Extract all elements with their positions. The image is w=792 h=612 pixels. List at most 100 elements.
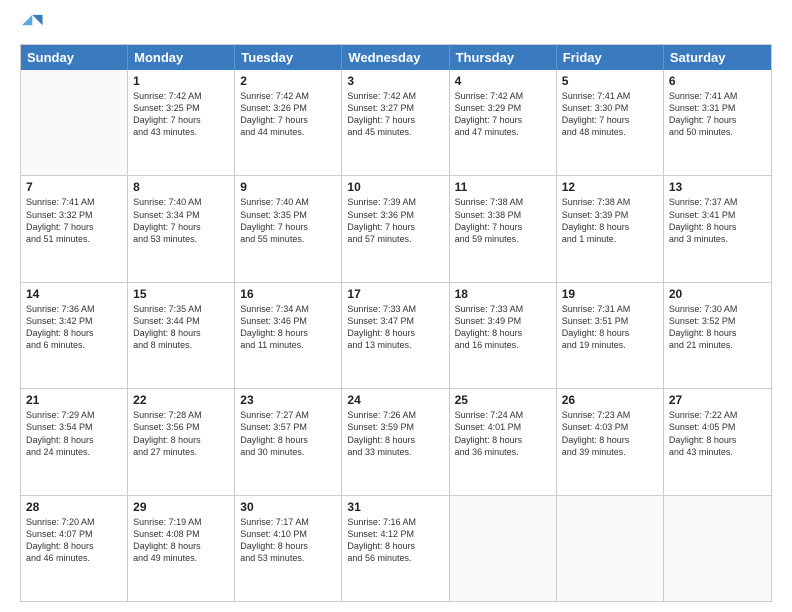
day-info: Sunrise: 7:30 AMSunset: 3:52 PMDaylight:…: [669, 303, 766, 352]
header-day-sunday: Sunday: [21, 45, 128, 70]
day-number: 15: [133, 287, 229, 301]
day-number: 27: [669, 393, 766, 407]
day-info: Sunrise: 7:23 AMSunset: 4:03 PMDaylight:…: [562, 409, 658, 458]
day-info: Sunrise: 7:28 AMSunset: 3:56 PMDaylight:…: [133, 409, 229, 458]
empty-cell-4-4: [450, 496, 557, 601]
day-info: Sunrise: 7:41 AMSunset: 3:32 PMDaylight:…: [26, 196, 122, 245]
day-info: Sunrise: 7:39 AMSunset: 3:36 PMDaylight:…: [347, 196, 443, 245]
empty-cell-4-6: [664, 496, 771, 601]
header-day-wednesday: Wednesday: [342, 45, 449, 70]
day-number: 6: [669, 74, 766, 88]
day-info: Sunrise: 7:34 AMSunset: 3:46 PMDaylight:…: [240, 303, 336, 352]
day-info: Sunrise: 7:16 AMSunset: 4:12 PMDaylight:…: [347, 516, 443, 565]
day-number: 11: [455, 180, 551, 194]
day-number: 19: [562, 287, 658, 301]
day-info: Sunrise: 7:26 AMSunset: 3:59 PMDaylight:…: [347, 409, 443, 458]
day-info: Sunrise: 7:24 AMSunset: 4:01 PMDaylight:…: [455, 409, 551, 458]
empty-cell-4-5: [557, 496, 664, 601]
day-number: 31: [347, 500, 443, 514]
day-info: Sunrise: 7:20 AMSunset: 4:07 PMDaylight:…: [26, 516, 122, 565]
day-cell-5: 5 Sunrise: 7:41 AMSunset: 3:30 PMDaylight…: [557, 70, 664, 175]
day-number: 3: [347, 74, 443, 88]
day-info: Sunrise: 7:33 AMSunset: 3:47 PMDaylight:…: [347, 303, 443, 352]
day-cell-28: 28 Sunrise: 7:20 AMSunset: 4:07 PMDayligh…: [21, 496, 128, 601]
day-number: 28: [26, 500, 122, 514]
header-day-monday: Monday: [128, 45, 235, 70]
day-cell-1: 1Sunrise: 7:42 AMSunset: 3:25 PMDaylight…: [128, 70, 235, 175]
day-number: 14: [26, 287, 122, 301]
day-cell-14: 14 Sunrise: 7:36 AMSunset: 3:42 PMDayligh…: [21, 283, 128, 388]
logo: [20, 16, 44, 34]
day-cell-27: 27 Sunrise: 7:22 AMSunset: 4:05 PMDayligh…: [664, 389, 771, 494]
day-info: Sunrise: 7:17 AMSunset: 4:10 PMDaylight:…: [240, 516, 336, 565]
day-number: 24: [347, 393, 443, 407]
day-number: 18: [455, 287, 551, 301]
header-day-tuesday: Tuesday: [235, 45, 342, 70]
day-number: 21: [26, 393, 122, 407]
day-info: Sunrise: 7:33 AMSunset: 3:49 PMDaylight:…: [455, 303, 551, 352]
calendar: SundayMondayTuesdayWednesdayThursdayFrid…: [20, 44, 772, 602]
day-cell-2: 2 Sunrise: 7:42 AMSunset: 3:26 PMDaylight…: [235, 70, 342, 175]
calendar-row-2: 7 Sunrise: 7:41 AMSunset: 3:32 PMDaylight…: [21, 175, 771, 281]
header: [20, 16, 772, 34]
day-info: Sunrise: 7:41 AMSunset: 3:30 PMDaylight:…: [562, 90, 658, 139]
day-cell-25: 25 Sunrise: 7:24 AMSunset: 4:01 PMDayligh…: [450, 389, 557, 494]
day-number: 25: [455, 393, 551, 407]
day-info: Sunrise: 7:36 AMSunset: 3:42 PMDaylight:…: [26, 303, 122, 352]
page: SundayMondayTuesdayWednesdayThursdayFrid…: [0, 0, 792, 612]
header-day-friday: Friday: [557, 45, 664, 70]
day-number: 20: [669, 287, 766, 301]
day-info: Sunrise: 7:42 AMSunset: 3:29 PMDaylight:…: [455, 90, 551, 139]
day-cell-3: 3 Sunrise: 7:42 AMSunset: 3:27 PMDaylight…: [342, 70, 449, 175]
day-number: 12: [562, 180, 658, 194]
day-number: 1: [133, 74, 229, 88]
header-day-thursday: Thursday: [450, 45, 557, 70]
calendar-row-4: 21 Sunrise: 7:29 AMSunset: 3:54 PMDayligh…: [21, 388, 771, 494]
day-cell-21: 21 Sunrise: 7:29 AMSunset: 3:54 PMDayligh…: [21, 389, 128, 494]
day-number: 7: [26, 180, 122, 194]
day-info: Sunrise: 7:27 AMSunset: 3:57 PMDaylight:…: [240, 409, 336, 458]
day-number: 10: [347, 180, 443, 194]
day-cell-31: 31 Sunrise: 7:16 AMSunset: 4:12 PMDayligh…: [342, 496, 449, 601]
day-cell-12: 12 Sunrise: 7:38 AMSunset: 3:39 PMDayligh…: [557, 176, 664, 281]
day-info: Sunrise: 7:29 AMSunset: 3:54 PMDaylight:…: [26, 409, 122, 458]
day-info: Sunrise: 7:41 AMSunset: 3:31 PMDaylight:…: [669, 90, 766, 139]
day-number: 16: [240, 287, 336, 301]
calendar-row-5: 28 Sunrise: 7:20 AMSunset: 4:07 PMDayligh…: [21, 495, 771, 601]
day-info: Sunrise: 7:42 AMSunset: 3:27 PMDaylight:…: [347, 90, 443, 139]
day-number: 17: [347, 287, 443, 301]
day-cell-13: 13 Sunrise: 7:37 AMSunset: 3:41 PMDayligh…: [664, 176, 771, 281]
day-cell-7: 7 Sunrise: 7:41 AMSunset: 3:32 PMDaylight…: [21, 176, 128, 281]
day-number: 8: [133, 180, 229, 194]
day-number: 13: [669, 180, 766, 194]
day-cell-24: 24 Sunrise: 7:26 AMSunset: 3:59 PMDayligh…: [342, 389, 449, 494]
day-cell-23: 23Sunrise: 7:27 AMSunset: 3:57 PMDayligh…: [235, 389, 342, 494]
day-cell-15: 15Sunrise: 7:35 AMSunset: 3:44 PMDayligh…: [128, 283, 235, 388]
header-day-saturday: Saturday: [664, 45, 771, 70]
day-number: 2: [240, 74, 336, 88]
day-cell-22: 22Sunrise: 7:28 AMSunset: 3:56 PMDayligh…: [128, 389, 235, 494]
day-info: Sunrise: 7:37 AMSunset: 3:41 PMDaylight:…: [669, 196, 766, 245]
day-cell-4: 4 Sunrise: 7:42 AMSunset: 3:29 PMDaylight…: [450, 70, 557, 175]
logo-icon: [22, 12, 44, 34]
day-cell-10: 10 Sunrise: 7:39 AMSunset: 3:36 PMDayligh…: [342, 176, 449, 281]
day-cell-6: 6 Sunrise: 7:41 AMSunset: 3:31 PMDaylight…: [664, 70, 771, 175]
day-info: Sunrise: 7:38 AMSunset: 3:39 PMDaylight:…: [562, 196, 658, 245]
day-cell-20: 20 Sunrise: 7:30 AMSunset: 3:52 PMDayligh…: [664, 283, 771, 388]
day-number: 30: [240, 500, 336, 514]
calendar-body: 1Sunrise: 7:42 AMSunset: 3:25 PMDaylight…: [21, 70, 771, 601]
day-cell-17: 17 Sunrise: 7:33 AMSunset: 3:47 PMDayligh…: [342, 283, 449, 388]
day-cell-26: 26Sunrise: 7:23 AMSunset: 4:03 PMDayligh…: [557, 389, 664, 494]
day-info: Sunrise: 7:40 AMSunset: 3:35 PMDaylight:…: [240, 196, 336, 245]
day-cell-19: 19 Sunrise: 7:31 AMSunset: 3:51 PMDayligh…: [557, 283, 664, 388]
day-info: Sunrise: 7:42 AMSunset: 3:26 PMDaylight:…: [240, 90, 336, 139]
day-info: Sunrise: 7:31 AMSunset: 3:51 PMDaylight:…: [562, 303, 658, 352]
calendar-row-1: 1Sunrise: 7:42 AMSunset: 3:25 PMDaylight…: [21, 70, 771, 175]
day-number: 4: [455, 74, 551, 88]
day-number: 5: [562, 74, 658, 88]
day-cell-29: 29Sunrise: 7:19 AMSunset: 4:08 PMDayligh…: [128, 496, 235, 601]
day-info: Sunrise: 7:22 AMSunset: 4:05 PMDaylight:…: [669, 409, 766, 458]
day-cell-16: 16 Sunrise: 7:34 AMSunset: 3:46 PMDayligh…: [235, 283, 342, 388]
day-cell-11: 11Sunrise: 7:38 AMSunset: 3:38 PMDayligh…: [450, 176, 557, 281]
day-cell-9: 9Sunrise: 7:40 AMSunset: 3:35 PMDaylight…: [235, 176, 342, 281]
